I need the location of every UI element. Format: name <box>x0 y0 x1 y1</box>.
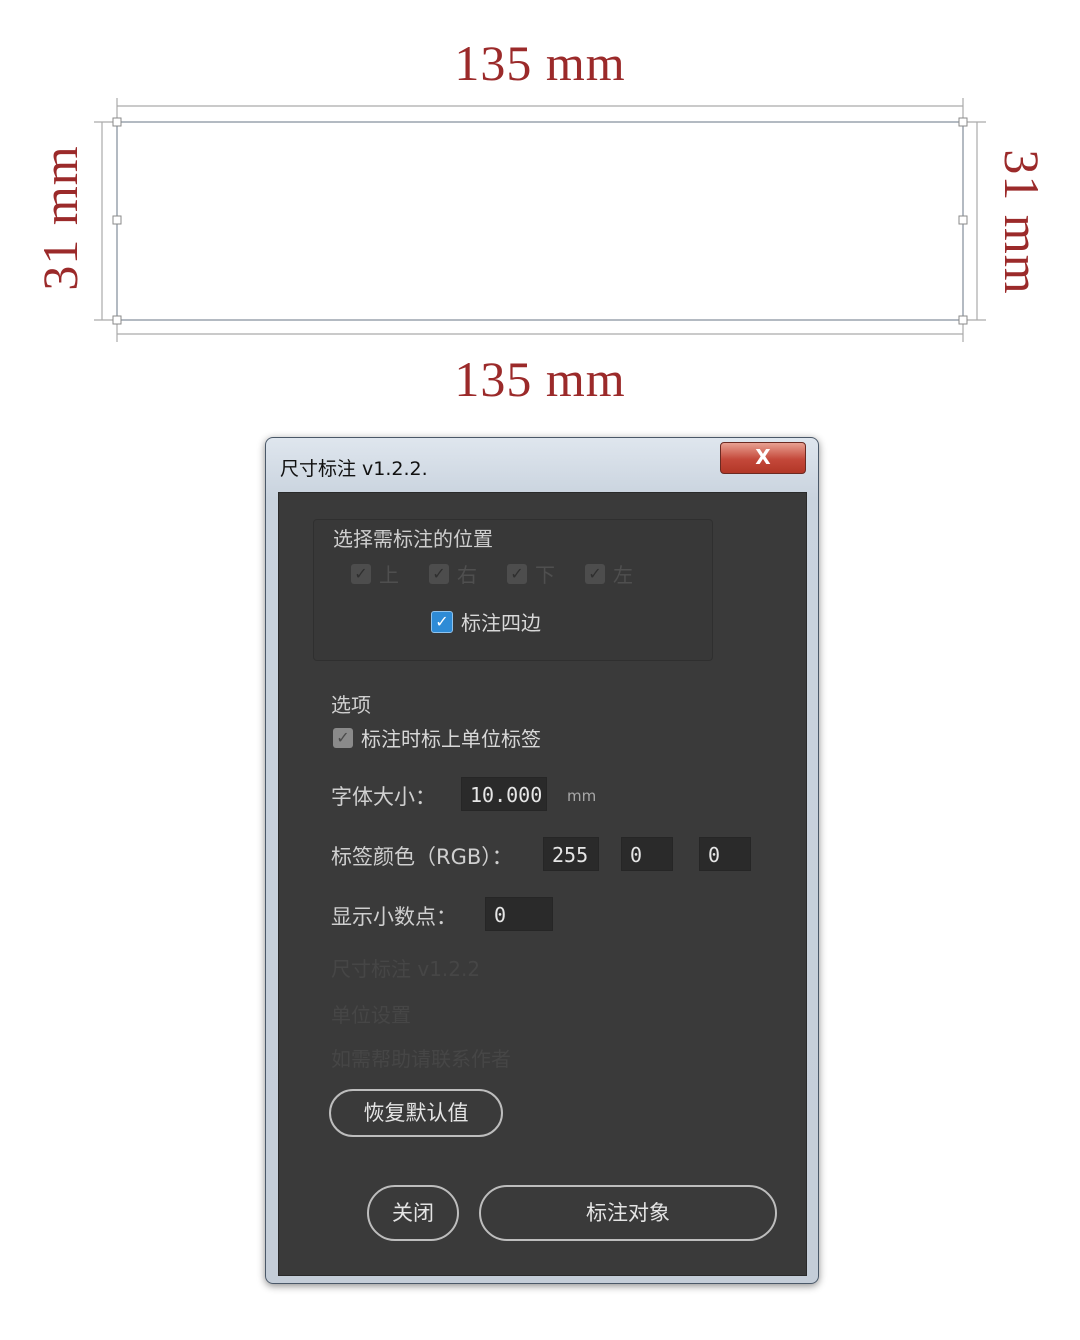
dimension-dialog: 尺寸标注 v1.2.2. X 选择需标注的位置 ✓ 上 ✓ 右 ✓ 下 ✓ 左 … <box>265 437 819 1284</box>
unit-label-checkbox[interactable]: ✓ 标注时标上单位标签 <box>333 723 541 752</box>
side-checkbox-left[interactable]: ✓ 左 <box>585 559 633 588</box>
color-r-input[interactable]: 255 <box>543 837 599 871</box>
height-dimension-label-right: 31 mm <box>994 149 1050 295</box>
height-dimension-label-left: 31 mm <box>32 145 88 291</box>
handle-top-left <box>112 117 122 127</box>
dialog-title: 尺寸标注 v1.2.2. <box>280 458 428 480</box>
checkbox-box: ✓ <box>507 563 527 584</box>
all-sides-label: 标注四边 <box>461 611 541 635</box>
checkbox-box: ✓ <box>351 563 371 584</box>
checkbox-box: ✓ <box>429 563 449 584</box>
all-sides-checkbox[interactable]: ✓ 标注四边 <box>431 607 541 636</box>
side-label-bottom: 下 <box>535 563 555 587</box>
dialog-titlebar[interactable]: 尺寸标注 v1.2.2. X <box>266 438 818 490</box>
unit-label-checkbox-label: 标注时标上单位标签 <box>361 727 541 751</box>
close-button[interactable]: 关闭 <box>367 1185 459 1241</box>
side-label-right: 右 <box>457 563 477 587</box>
measured-rectangle <box>116 121 964 321</box>
handle-bottom-right <box>958 315 968 325</box>
label-color-label: 标签颜色（RGB）： <box>331 845 513 869</box>
position-group-title: 选择需标注的位置 <box>333 527 493 551</box>
color-g-input[interactable]: 0 <box>621 837 673 871</box>
checkbox-checked-icon: ✓ <box>431 610 453 633</box>
font-size-unit: mm <box>567 787 597 805</box>
close-icon: X <box>755 445 771 469</box>
faded-unit-text: 单位设置 <box>331 1003 411 1027</box>
handle-bottom-left <box>112 315 122 325</box>
handle-top-right <box>958 117 968 127</box>
dialog-client-area: 选择需标注的位置 ✓ 上 ✓ 右 ✓ 下 ✓ 左 ✓ 标注四边 选项 ✓ 标注时… <box>278 492 807 1276</box>
checkbox-checked-icon: ✓ <box>333 727 353 748</box>
color-b-input[interactable]: 0 <box>699 837 751 871</box>
side-checkbox-top[interactable]: ✓ 上 <box>351 559 399 588</box>
faded-help-text: 如需帮助请联系作者 <box>331 1047 511 1071</box>
width-dimension-label-bottom: 135 mm <box>454 351 626 407</box>
side-checkbox-bottom[interactable]: ✓ 下 <box>507 559 555 588</box>
apply-annotation-button[interactable]: 标注对象 <box>479 1185 777 1241</box>
handle-middle-right <box>958 215 968 225</box>
handle-middle-left <box>112 215 122 225</box>
reset-defaults-button[interactable]: 恢复默认值 <box>329 1089 503 1137</box>
window-close-button[interactable]: X <box>720 442 806 474</box>
side-label-top: 上 <box>379 563 399 587</box>
checkbox-box: ✓ <box>585 563 605 584</box>
faded-version-text: 尺寸标注 v1.2.2 <box>331 957 481 981</box>
font-size-input[interactable]: 10.000 <box>461 777 547 811</box>
decimals-input[interactable]: 0 <box>485 897 553 931</box>
width-dimension-label-top: 135 mm <box>454 35 626 91</box>
side-checkbox-right[interactable]: ✓ 右 <box>429 559 477 588</box>
font-size-label: 字体大小： <box>331 785 436 809</box>
decimals-label: 显示小数点： <box>331 905 457 929</box>
options-title: 选项 <box>331 693 371 717</box>
side-label-left: 左 <box>613 563 633 587</box>
